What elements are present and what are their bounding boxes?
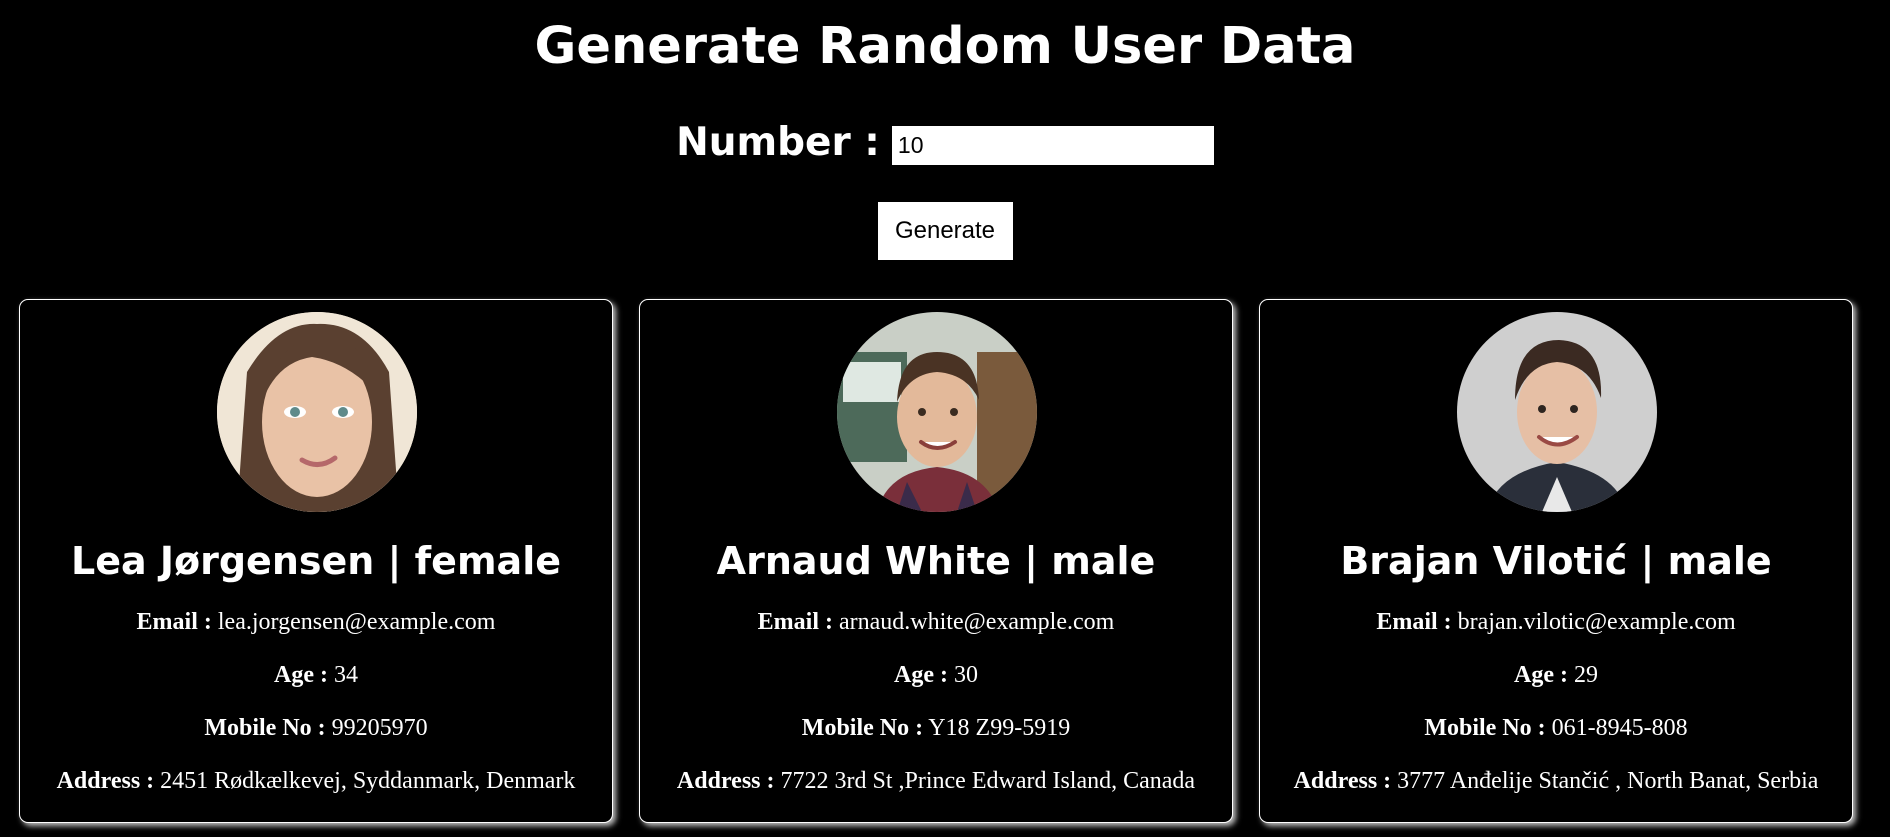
age-value: 29 (1573, 662, 1598, 688)
user-mobile: Mobile No : 061-8945-808 (1260, 714, 1852, 742)
user-mobile: Mobile No : Y18 Z99-5919 (640, 714, 1232, 742)
age-value: 34 (333, 662, 358, 688)
user-age: Age : 29 (1260, 661, 1852, 689)
email-label: Email : (136, 609, 212, 635)
mobile-label: Mobile No : (801, 715, 924, 741)
user-email: Email : arnaud.white@example.com (640, 608, 1232, 636)
mobile-label: Mobile No : (1424, 715, 1546, 741)
user-card: Lea Jørgensen | female Email : lea.jorge… (19, 299, 613, 823)
user-address: Address : 7722 3rd St ,Prince Edward Isl… (640, 767, 1232, 795)
address-value: 7722 3rd St ,Prince Edward Island, Canad… (780, 768, 1196, 794)
user-email: Email : lea.jorgensen@example.com (20, 608, 612, 636)
address-value: 2451 Rødkælkevej, Syddanmark, Denmark (160, 768, 576, 794)
number-input[interactable] (891, 125, 1214, 165)
user-name-gender: Arnaud White | male (716, 539, 1156, 583)
address-value: 3777 Anđelije Stančić , North Banat, Ser… (1397, 768, 1819, 794)
user-email: Email : brajan.vilotic@example.com (1260, 608, 1852, 636)
email-value: brajan.vilotic@example.com (1457, 609, 1736, 635)
user-avatar (1457, 312, 1657, 512)
generate-button[interactable]: Generate (877, 202, 1013, 260)
user-card: Arnaud White | male Email : arnaud.white… (639, 299, 1233, 823)
user-avatar (837, 312, 1037, 512)
mobile-value: Y18 Z99-5919 (928, 715, 1071, 741)
user-age: Age : 34 (20, 661, 612, 689)
email-value: arnaud.white@example.com (838, 609, 1115, 635)
number-form-row: Number : (0, 118, 1890, 168)
user-address: Address : 2451 Rødkælkevej, Syddanmark, … (20, 767, 612, 795)
mobile-label: Mobile No : (204, 715, 326, 741)
age-label: Age : (1514, 662, 1568, 688)
email-label: Email : (757, 609, 833, 635)
age-label: Age : (274, 662, 328, 688)
page-title: Generate Random User Data (534, 17, 1356, 76)
age-label: Age : (894, 662, 948, 688)
user-name-gender: Brajan Vilotić | male (1340, 539, 1772, 583)
generate-row: Generate (0, 202, 1890, 260)
address-label: Address : (676, 768, 775, 794)
address-label: Address : (1293, 768, 1392, 794)
user-name-gender: Lea Jørgensen | female (71, 539, 561, 583)
email-value: lea.jorgensen@example.com (217, 609, 496, 635)
mobile-value: 99205970 (331, 715, 428, 741)
user-mobile: Mobile No : 99205970 (20, 714, 612, 742)
number-label: Number : (676, 120, 880, 165)
user-avatar (217, 312, 417, 512)
age-value: 30 (953, 662, 978, 688)
user-card: Brajan Vilotić | male Email : brajan.vil… (1259, 299, 1853, 823)
user-age: Age : 30 (640, 661, 1232, 689)
mobile-value: 061-8945-808 (1551, 715, 1688, 741)
address-label: Address : (56, 768, 155, 794)
email-label: Email : (1376, 609, 1452, 635)
user-address: Address : 3777 Anđelije Stančić , North … (1260, 767, 1852, 795)
